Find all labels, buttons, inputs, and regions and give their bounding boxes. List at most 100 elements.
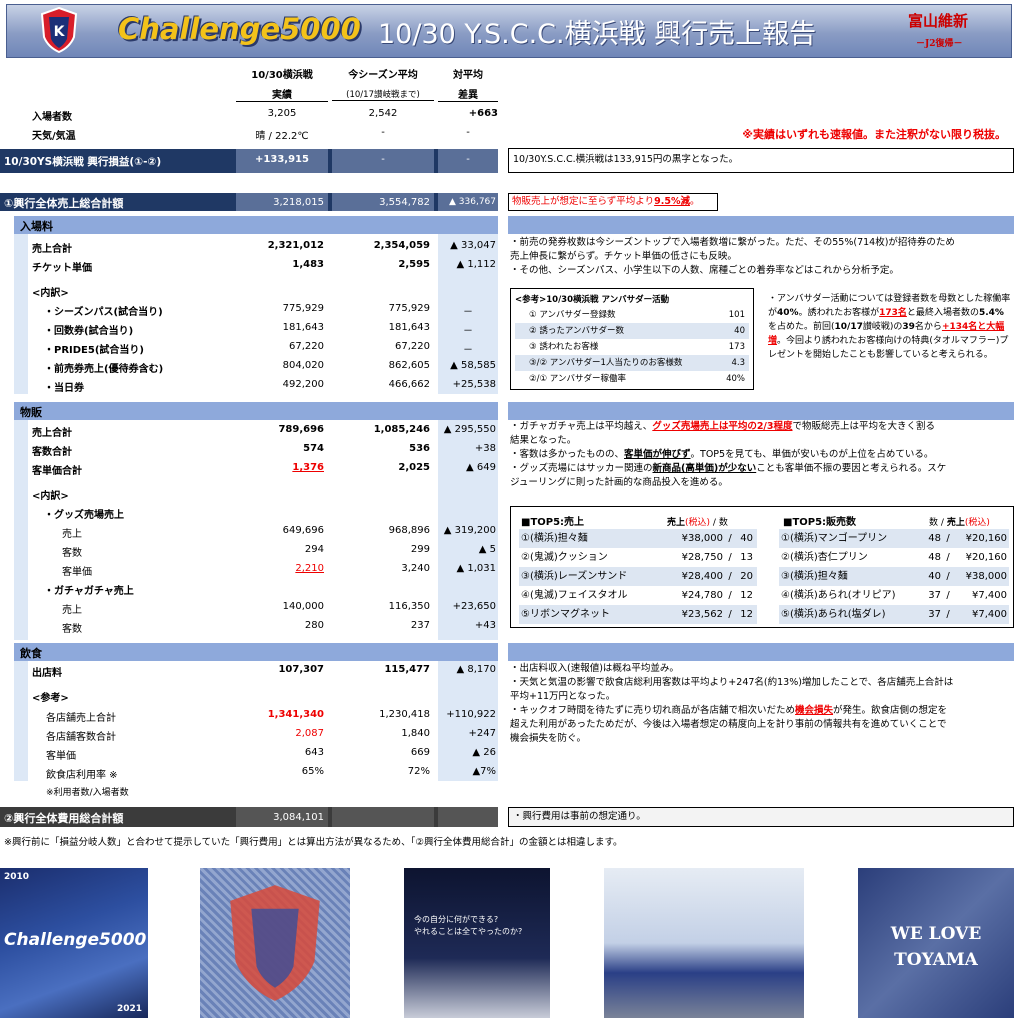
ticket-row-v3: ▲ 33,047 <box>450 240 496 251</box>
photo-team <box>604 868 804 1018</box>
ticket-row-v2: 2,354,059 <box>373 240 430 251</box>
goods-breakdown-label: <内訳> <box>32 491 69 502</box>
ticket-row-v2: 466,662 <box>388 379 430 390</box>
attendance-diff: +663 <box>468 108 498 119</box>
goods-row-v3: ▲ 1,031 <box>456 563 497 574</box>
goods-row-v2: 116,350 <box>388 601 430 612</box>
top5-qty-item: ④(横浜)あられ(オリピア) 37/¥7,400 <box>781 590 1007 601</box>
total-sales-label: ①興行全体売上総合計額 <box>4 197 124 210</box>
goods-row-v1: 280 <box>304 620 324 631</box>
food-section-header: 飲食 <box>14 643 498 661</box>
ambassador-row: ① アンバサダー登録数 101 <box>529 310 745 320</box>
col2-head-a: 今シーズン平均 <box>348 70 418 81</box>
photo3-text-1: 今の自分に何ができる? <box>414 915 499 924</box>
goods-note-4: ・グッズ売場にはサッカー関連の新商品(高単価)が少ないことも客単価不振の要因と考… <box>510 463 947 474</box>
weather-diff: - <box>466 127 470 138</box>
ticket-row-label: ・PRIDE5(試合当り) <box>44 345 144 356</box>
weather-avg: - <box>381 127 385 138</box>
photo3-text-2: やれることは全てやったのか? <box>414 927 523 936</box>
ambassador-box: <参考>10/30横浜戦 アンバサダー活動 ① アンバサダー登録数 101 ② 誘… <box>510 288 754 390</box>
top5-sales-title: ■TOP5:売上 <box>521 517 585 528</box>
ticket-breakdown-label: <内訳> <box>32 288 69 299</box>
ticket-row-v3: ▲ 58,585 <box>450 360 496 371</box>
food-row-v1: 1,341,340 <box>267 709 324 720</box>
page-footnote: ※興行前に「損益分岐人数」と合わせて提示していた「興行費用」とは算出方法が異なる… <box>4 837 623 848</box>
goods-row-label: 客数合計 <box>32 447 72 458</box>
ambassador-row: ③/② アンバサダー1人当たりのお客様数 4.3 <box>515 355 749 371</box>
goods-row-v2: 536 <box>409 443 430 454</box>
goods-row-v1: 294 <box>304 544 324 555</box>
ambassador-row: ③ 誘われたお客様 173 <box>529 342 745 352</box>
top5-qty-header: 数 / 売上(税込) <box>929 518 990 528</box>
food-row-v2: 115,477 <box>384 664 430 675</box>
total-sales-diff: ▲ 336,767 <box>449 197 496 207</box>
ambassador-note: ・アンバサダー活動については登録者数を母数とした稼働率が40%。誘われたお客様が… <box>768 294 1011 360</box>
col2-head-b: (10/17讃岐戦まで) <box>332 88 434 101</box>
total-sales-note-a: 物販売上が想定に至らず平均より <box>512 196 655 207</box>
goods-row-label: 客数 <box>62 548 82 559</box>
slogan: 富山維新 <box>908 12 969 30</box>
attendance-actual: 3,205 <box>267 108 297 119</box>
ambassador-title: <参考>10/30横浜戦 アンバサダー活動 <box>515 295 670 305</box>
food-row-v3: +110,922 <box>446 709 496 720</box>
goods-row-label: 客単価 <box>62 567 92 578</box>
goods-note-5: ジューリングに則った計画的な商品投入を進める。 <box>510 477 728 488</box>
ticket-row-label: ・シーズンパス(試合当り) <box>44 307 163 318</box>
ticket-row-v1: 2,321,012 <box>267 240 324 251</box>
goods-row-label: 客数 <box>62 624 82 635</box>
food-row-v1: 65% <box>301 766 324 777</box>
top5-sales-item: ③(横浜)レーズンサンド ¥28,400/20 <box>519 567 757 586</box>
ticket-row-v1: 67,220 <box>289 341 324 352</box>
food-row-v2: 669 <box>410 747 430 758</box>
food-row-label: 出店料 <box>32 668 62 679</box>
top5-qty-item: ②(横浜)杏仁プリン 48/¥20,160 <box>781 552 1007 563</box>
ticket-row-v1: 181,643 <box>282 322 324 333</box>
profit-note: 10/30Y.S.C.C.横浜戦は133,915円の黒字となった。 <box>508 148 1014 173</box>
total-sales-note: 物販売上が想定に至らず平均より9.5%減。 <box>508 193 718 211</box>
top5-sales-header: 売上(税込) / 数 <box>667 518 728 528</box>
attendance-label: 入場者数 <box>32 112 72 123</box>
top5-sales-item: ②(鬼滅)クッション ¥28,750/13 <box>521 552 753 563</box>
total-cost-note: ・興行費用は事前の想定通り。 <box>508 807 1014 827</box>
ticket-row-v3: +25,538 <box>452 379 496 390</box>
ticket-row-v3: － <box>463 326 473 337</box>
ticket-row-label: ・回数券(試合当り) <box>44 326 134 337</box>
ticket-row-label: ・当日券 <box>44 383 84 394</box>
col3-head-a: 対平均 <box>453 70 483 81</box>
top5-sales-item: ⑤リボンマグネット ¥23,562/12 <box>519 605 757 624</box>
food-row-v3: ▲7% <box>472 766 496 777</box>
ticket-note-2: 売上伸長に繋がらず。チケット単価の低さにも反映。 <box>510 251 737 262</box>
goods-row-v3: ▲ 5 <box>478 544 496 555</box>
food-row-v1: 2,087 <box>295 728 324 739</box>
food-row-v3: +247 <box>468 728 496 739</box>
goods-row-label: 売上 <box>62 605 82 616</box>
sub-slogan: －J2復帰－ <box>916 39 963 49</box>
total-cost-label: ②興行全体費用総合計額 <box>4 812 124 825</box>
food-note-1: ・出店料収入(速報値)は概ね平均並み。 <box>510 663 679 674</box>
goods-row-v3: ▲ 649 <box>466 462 496 473</box>
col1-head-b: 実績 <box>236 86 328 102</box>
goods-row-v2: 2,025 <box>398 462 430 473</box>
profit-label: 10/30YS横浜戦 興行損益(①-②) <box>4 156 162 168</box>
goods-section-title: 物販 <box>20 406 42 419</box>
goods-row-v3: ▲ 319,200 <box>443 525 496 536</box>
food-section-title: 飲食 <box>20 647 42 660</box>
profit-diff: - <box>466 154 470 165</box>
attendance-avg: 2,542 <box>368 108 398 119</box>
brand-title: Challenge5000 <box>118 12 361 46</box>
ticket-row-label: チケット単価 <box>32 263 92 274</box>
ticket-row-v3: － <box>463 307 473 318</box>
club-crest-icon: K <box>40 7 78 53</box>
goods-row-v2: 1,085,246 <box>373 424 430 435</box>
goods-row-v1: 649,696 <box>282 525 324 536</box>
mosaic-crest-icon <box>230 885 320 1001</box>
food-note-6: 機会損失を防ぐ。 <box>510 733 587 744</box>
ticket-row-v1: 804,020 <box>282 360 324 371</box>
food-footnote: ※利用者数/入場者数 <box>46 788 129 798</box>
food-row-label: 客単価 <box>46 751 76 762</box>
food-row-v2: 72% <box>407 766 430 777</box>
goods-row-v2: 968,896 <box>388 525 430 536</box>
weather-label: 天気/気温 <box>32 131 76 142</box>
col1-head-a: 10/30横浜戦 <box>251 70 313 81</box>
top5-qty-item: ①(横浜)マンゴープリン 48/¥20,160 <box>779 529 1009 548</box>
